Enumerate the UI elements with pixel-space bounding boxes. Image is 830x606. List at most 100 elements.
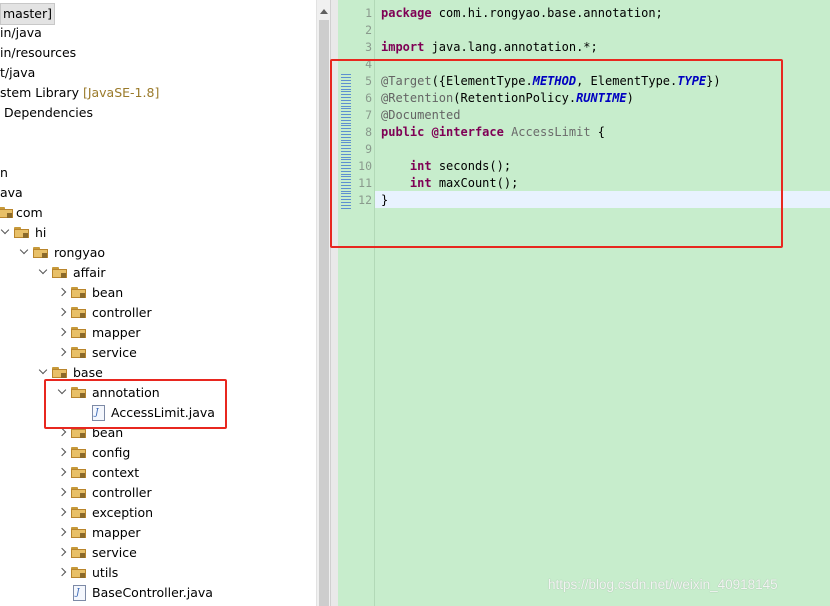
tree-item[interactable]: Dependencies [0, 103, 316, 123]
code-line[interactable]: package com.hi.rongyao.base.annotation; [381, 5, 663, 22]
tree-package-item[interactable]: utils [0, 563, 316, 583]
tree-package-item[interactable]: mapper [0, 323, 316, 343]
tree-package-item[interactable]: annotation [0, 383, 316, 403]
tree-item-label: service [92, 545, 137, 560]
tree-package-item[interactable]: rongyao [0, 243, 316, 263]
code-token: } [381, 193, 389, 207]
change-ruler-mark [341, 158, 351, 175]
change-ruler-mark [341, 175, 351, 192]
tree-item[interactable]: t/java [0, 63, 316, 83]
code-line[interactable]: @Retention(RetentionPolicy.RUNTIME) [381, 90, 634, 107]
collapse-arrow-icon[interactable] [57, 443, 69, 463]
code-token: (RetentionPolicy. [453, 91, 577, 105]
tree-package-item[interactable]: context [0, 463, 316, 483]
collapse-arrow-icon[interactable] [57, 543, 69, 563]
collapse-arrow-icon[interactable] [57, 283, 69, 303]
collapse-arrow-icon[interactable] [57, 343, 69, 363]
expand-arrow-icon[interactable] [38, 363, 50, 383]
tree-item-label: t/java [0, 65, 36, 80]
collapse-arrow-icon[interactable] [57, 423, 69, 443]
line-number: 1 [365, 6, 372, 20]
package-badge-icon [80, 393, 85, 398]
tree-item[interactable]: stem Library [JavaSE-1.8] [0, 83, 316, 103]
tree-package-item[interactable]: service [0, 543, 316, 563]
collapse-arrow-icon[interactable] [57, 563, 69, 583]
line-number: 12 [358, 193, 372, 207]
code-line[interactable]: int seconds(); [381, 158, 511, 175]
tree-package-item[interactable]: mapper [0, 523, 316, 543]
tree-package-item[interactable]: com [0, 203, 316, 223]
tree-item[interactable]: in/java [0, 23, 316, 43]
package-badge-icon [23, 233, 28, 238]
java-file-icon: J [73, 585, 86, 601]
code-token: TYPE [677, 74, 707, 88]
tree-file-item[interactable]: J BaseController.java [0, 583, 316, 603]
tree-package-item[interactable]: bean [0, 423, 316, 443]
tree-item-decoration: [JavaSE-1.8] [82, 85, 160, 100]
code-line[interactable]: int maxCount(); [381, 175, 518, 192]
change-ruler-mark [341, 73, 351, 90]
code-line[interactable]: @Target({ElementType.METHOD, ElementType… [381, 73, 721, 90]
tree-item-label: Dependencies [4, 105, 93, 120]
package-badge-icon [61, 273, 66, 278]
scroll-up-arrow-icon[interactable] [317, 2, 331, 16]
code-token: RUNTIME [576, 91, 627, 105]
tree-item-label: ava [0, 185, 23, 200]
package-badge-icon [61, 373, 66, 378]
code-token: AccessLimit [511, 125, 591, 139]
package-badge-icon [80, 473, 85, 478]
package-badge-icon [80, 333, 85, 338]
tree-package-item[interactable]: bean [0, 283, 316, 303]
scroll-thumb[interactable] [319, 20, 329, 606]
tree-package-item[interactable]: affair [0, 263, 316, 283]
collapse-arrow-icon[interactable] [57, 503, 69, 523]
tree-scrollbar[interactable] [316, 0, 330, 606]
tree-package-item[interactable]: service [0, 343, 316, 363]
package-badge-icon [80, 573, 85, 578]
tree-item[interactable]: ava [0, 183, 316, 203]
code-token: { [590, 125, 606, 139]
tree-item-label: stem Library [JavaSE-1.8] [0, 85, 160, 100]
line-number: 10 [358, 159, 372, 173]
package-badge-icon [42, 253, 47, 258]
tree-item-label: affair [73, 265, 106, 280]
collapse-arrow-icon[interactable] [57, 483, 69, 503]
code-line[interactable]: import java.lang.annotation.*; [381, 39, 598, 56]
tree-item-label: in/java [0, 25, 42, 40]
expand-arrow-icon[interactable] [0, 223, 12, 243]
tree-file-item[interactable]: J AccessLimit.java [0, 403, 316, 423]
package-badge-icon [80, 453, 85, 458]
tree-item-label: BaseController.java [92, 585, 213, 600]
tree-item[interactable]: n [0, 163, 316, 183]
tree-item[interactable]: in/resources [0, 43, 316, 63]
package-badge-icon [80, 533, 85, 538]
tree-item[interactable]: master] [0, 3, 316, 25]
code-line[interactable]: @Documented [381, 107, 460, 124]
tree-package-item[interactable]: controller [0, 483, 316, 503]
code-line[interactable]: public @interface AccessLimit { [381, 124, 605, 141]
line-number: 6 [365, 91, 372, 105]
expand-arrow-icon[interactable] [57, 383, 69, 403]
code-token: @interface [431, 125, 504, 139]
collapse-arrow-icon[interactable] [57, 323, 69, 343]
line-number: 2 [365, 23, 372, 37]
tree-item-label: mapper [92, 525, 141, 540]
tree-item-label: com [16, 205, 43, 220]
tree-package-item[interactable]: controller [0, 303, 316, 323]
code-token: @Target [381, 74, 432, 88]
tree-package-item[interactable]: config [0, 443, 316, 463]
package-badge-icon [80, 513, 85, 518]
tree-package-item[interactable]: exception [0, 503, 316, 523]
change-ruler-mark [341, 192, 351, 209]
code-line[interactable]: } [381, 192, 388, 209]
collapse-arrow-icon[interactable] [57, 523, 69, 543]
collapse-arrow-icon[interactable] [57, 303, 69, 323]
tree-package-item[interactable]: base [0, 363, 316, 383]
tree-package-item[interactable]: hi [0, 223, 316, 243]
collapse-arrow-icon[interactable] [57, 463, 69, 483]
expand-arrow-icon[interactable] [19, 243, 31, 263]
expand-arrow-icon[interactable] [38, 263, 50, 283]
code-editor[interactable]: 1 2 3 4 5 6 7 8 9 10 11 12 package com.hi.rongyao.ba… [338, 0, 830, 606]
tree-item-label: service [92, 345, 137, 360]
package-badge-icon [80, 433, 85, 438]
